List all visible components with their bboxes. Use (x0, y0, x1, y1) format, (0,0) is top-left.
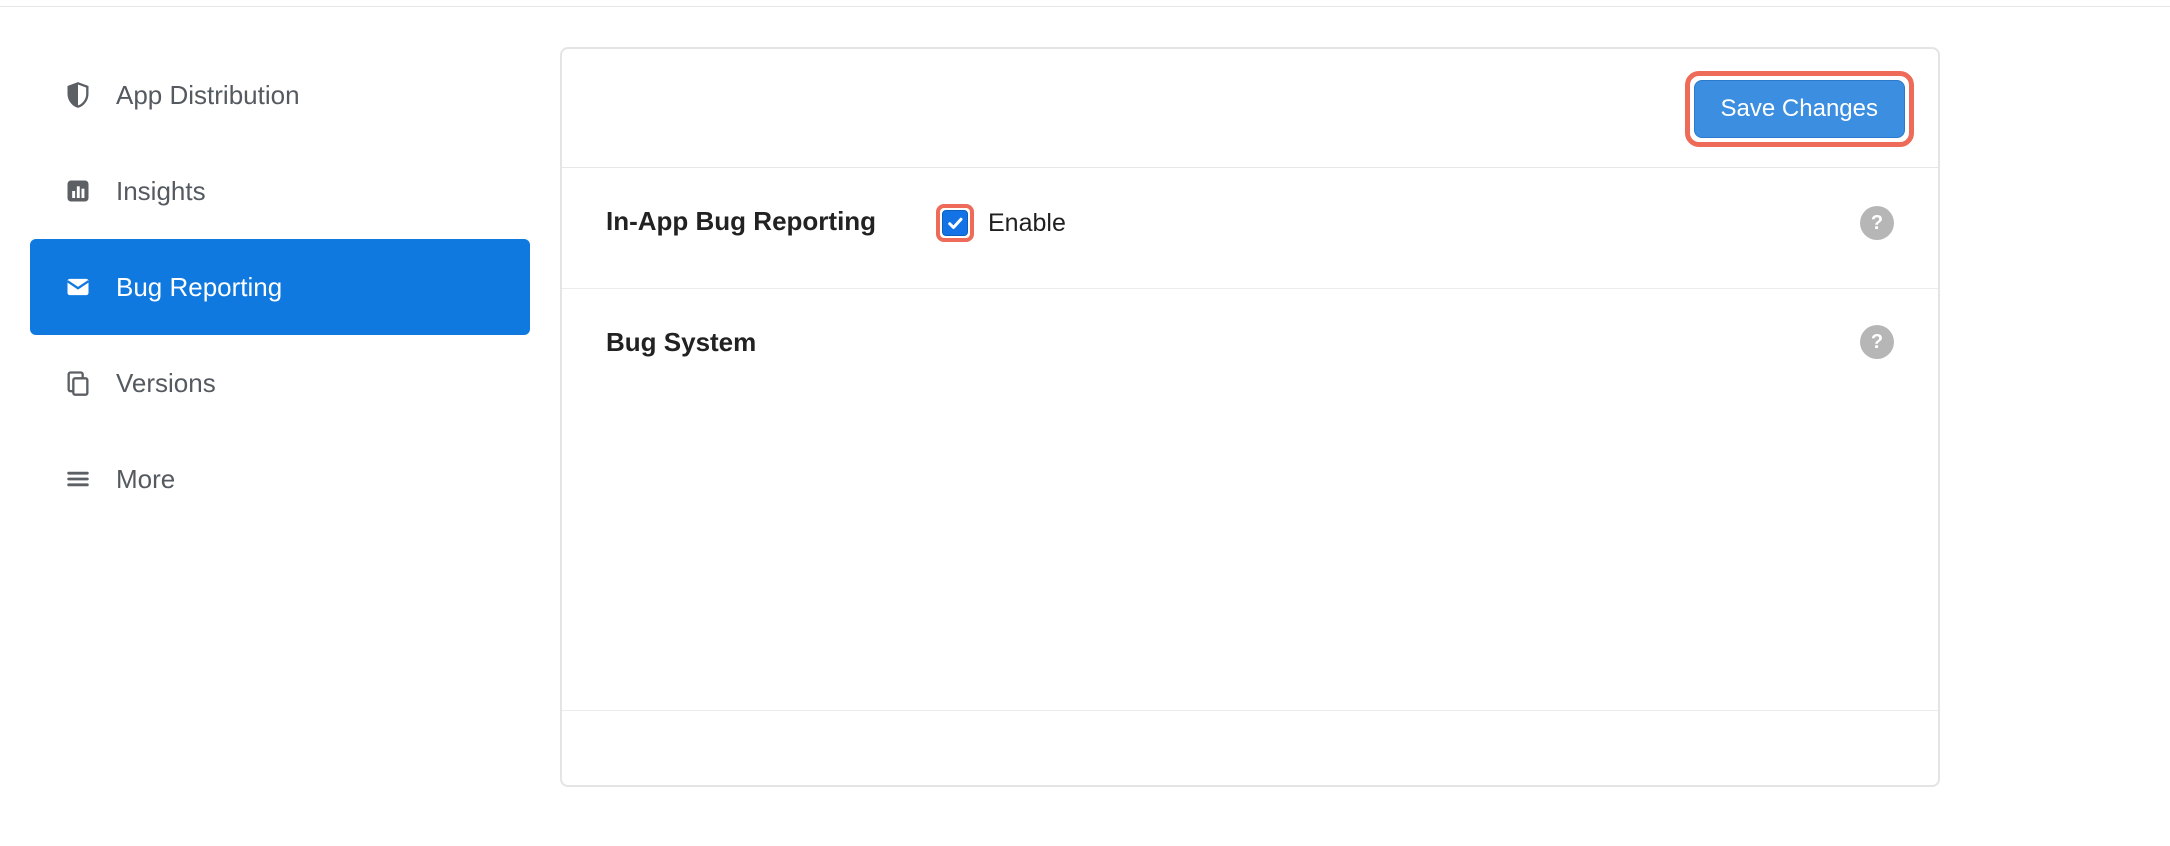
section-title: Bug System (606, 325, 886, 360)
sidebar-item-label: Versions (116, 368, 216, 399)
mail-icon (64, 273, 92, 301)
save-highlight: Save Changes (1685, 71, 1914, 147)
sidebar-item-label: More (116, 464, 175, 495)
spacer (562, 406, 1938, 710)
section-bug-system: Bug System ? (562, 289, 1938, 406)
layout: App Distribution Insights Bug Reporting … (0, 7, 2170, 787)
sidebar-item-insights[interactable]: Insights (30, 143, 530, 239)
menu-icon (64, 465, 92, 493)
sidebar-item-label: Insights (116, 176, 206, 207)
shield-icon (64, 81, 92, 109)
panel-footer (562, 711, 1938, 785)
settings-panel: Save Changes In-App Bug Reporting Enable… (560, 47, 1940, 787)
enable-label: Enable (988, 209, 1066, 238)
help-icon[interactable]: ? (1860, 206, 1894, 240)
chart-bar-icon (64, 177, 92, 205)
sidebar-item-more[interactable]: More (30, 431, 530, 527)
section-in-app-bug-reporting: In-App Bug Reporting Enable ? (562, 168, 1938, 289)
sidebar-item-label: App Distribution (116, 80, 300, 111)
help-icon[interactable]: ? (1860, 325, 1894, 359)
section-body: Enable ? (886, 204, 1894, 242)
sidebar: App Distribution Insights Bug Reporting … (30, 47, 530, 527)
save-changes-button[interactable]: Save Changes (1694, 80, 1905, 138)
section-title: In-App Bug Reporting (606, 204, 886, 239)
sidebar-item-bug-reporting[interactable]: Bug Reporting (30, 239, 530, 335)
enable-highlight (936, 204, 974, 242)
sidebar-item-versions[interactable]: Versions (30, 335, 530, 431)
panel-header: Save Changes (562, 49, 1938, 168)
copy-icon (64, 369, 92, 397)
enable-checkbox[interactable] (942, 210, 968, 236)
sidebar-item-label: Bug Reporting (116, 272, 282, 303)
sidebar-item-app-distribution[interactable]: App Distribution (30, 47, 530, 143)
section-body: ? (886, 325, 1894, 359)
